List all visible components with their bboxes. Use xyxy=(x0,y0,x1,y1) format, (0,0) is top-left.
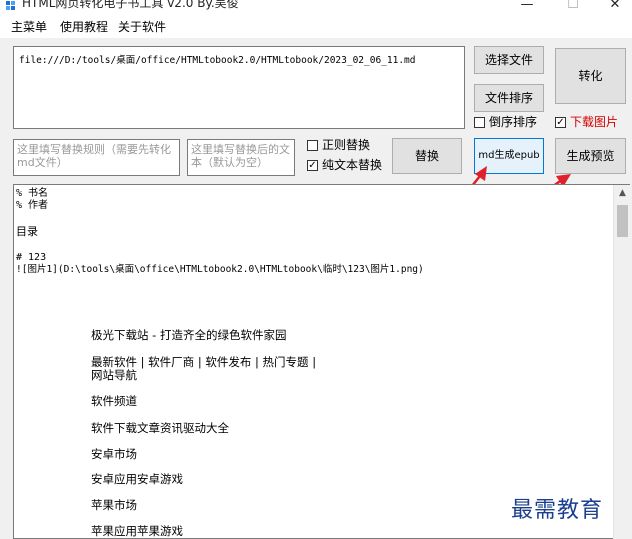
download-images-label: 下载图片 xyxy=(570,115,619,129)
content-line: 网站导航 xyxy=(91,368,137,382)
file-sort-button[interactable]: 文件排序 xyxy=(474,84,544,112)
app-icon xyxy=(6,0,16,10)
reverse-sort-checkbox[interactable] xyxy=(474,117,485,128)
content-line: 苹果市场 xyxy=(91,498,137,512)
md-line-image: ![图片1](D:\tools\桌面\office\HTMLtobook2.0\… xyxy=(16,264,424,275)
menu-main[interactable]: 主菜单 xyxy=(11,20,47,34)
plain-replace-label: 纯文本替换 xyxy=(322,158,383,172)
convert-button[interactable]: 转化 xyxy=(555,48,626,104)
select-file-button[interactable]: 选择文件 xyxy=(474,46,544,74)
close-button[interactable]: ✕ xyxy=(600,0,630,14)
vertical-scrollbar[interactable]: ▲ xyxy=(613,185,631,539)
replace-rule-placeholder: 这里填写替换规则（需要先转化 md文件） xyxy=(17,143,171,169)
md-line-title: % 书名 xyxy=(16,188,49,199)
scroll-up-icon[interactable]: ▲ xyxy=(614,188,631,200)
replacement-text-placeholder: 这里填写替换后的文 本（默认为空） xyxy=(191,143,290,169)
convert-label: 转化 xyxy=(578,69,603,83)
md-line-author: % 作者 xyxy=(16,200,49,211)
content-line: 极光下载站 - 打造齐全的绿色软件家园 xyxy=(91,328,287,342)
download-images-checkbox[interactable]: ✓ xyxy=(555,117,566,128)
content-line: 最新软件 | 软件厂商 | 软件发布 | 热门专题 | xyxy=(91,355,317,369)
menu-tutorial[interactable]: 使用教程 xyxy=(60,20,108,34)
reverse-sort-label: 倒序排序 xyxy=(489,115,538,129)
regex-replace-checkbox[interactable] xyxy=(307,140,318,151)
select-file-label: 选择文件 xyxy=(484,53,533,67)
menu-about[interactable]: 关于软件 xyxy=(118,20,166,34)
maximize-button[interactable]: ☐ xyxy=(558,0,588,14)
watermark-text: 最需教育 xyxy=(511,498,604,523)
md-line-heading: # 123 xyxy=(16,252,47,263)
replacement-text-field[interactable]: 这里填写替换后的文 本（默认为空） xyxy=(187,139,295,176)
file-path-value: file:///D:/tools/桌面/office/HTMLtobook2.0… xyxy=(19,55,416,66)
title-bar: HTML网页转化电子书工具 v2.0 By.吴俊 — ☐ ✕ xyxy=(0,0,632,16)
scroll-thumb[interactable] xyxy=(617,205,628,237)
file-sort-label: 文件排序 xyxy=(484,91,533,105)
content-line: 安卓应用安卓游戏 xyxy=(91,472,183,486)
content-line: 苹果应用苹果游戏 xyxy=(91,524,183,538)
replace-rule-field[interactable]: 这里填写替换规则（需要先转化 md文件） xyxy=(13,139,180,176)
content-line: 软件下载文章资讯驱动大全 xyxy=(91,421,229,435)
markdown-editor[interactable]: % 书名 % 作者 目录 # 123 ![图片1](D:\tools\桌面\of… xyxy=(13,184,631,539)
content-line: 软件频道 xyxy=(91,394,137,408)
md-line-toc: 目录 xyxy=(16,225,38,238)
file-path-field[interactable]: file:///D:/tools/桌面/office/HTMLtobook2.0… xyxy=(13,46,465,129)
content-line: 安卓市场 xyxy=(91,447,137,461)
minimize-button[interactable]: — xyxy=(512,0,542,14)
regex-replace-label: 正则替换 xyxy=(322,138,371,152)
window-title: HTML网页转化电子书工具 v2.0 By.吴俊 xyxy=(22,0,239,10)
plain-replace-checkbox[interactable]: ✓ xyxy=(307,160,318,171)
